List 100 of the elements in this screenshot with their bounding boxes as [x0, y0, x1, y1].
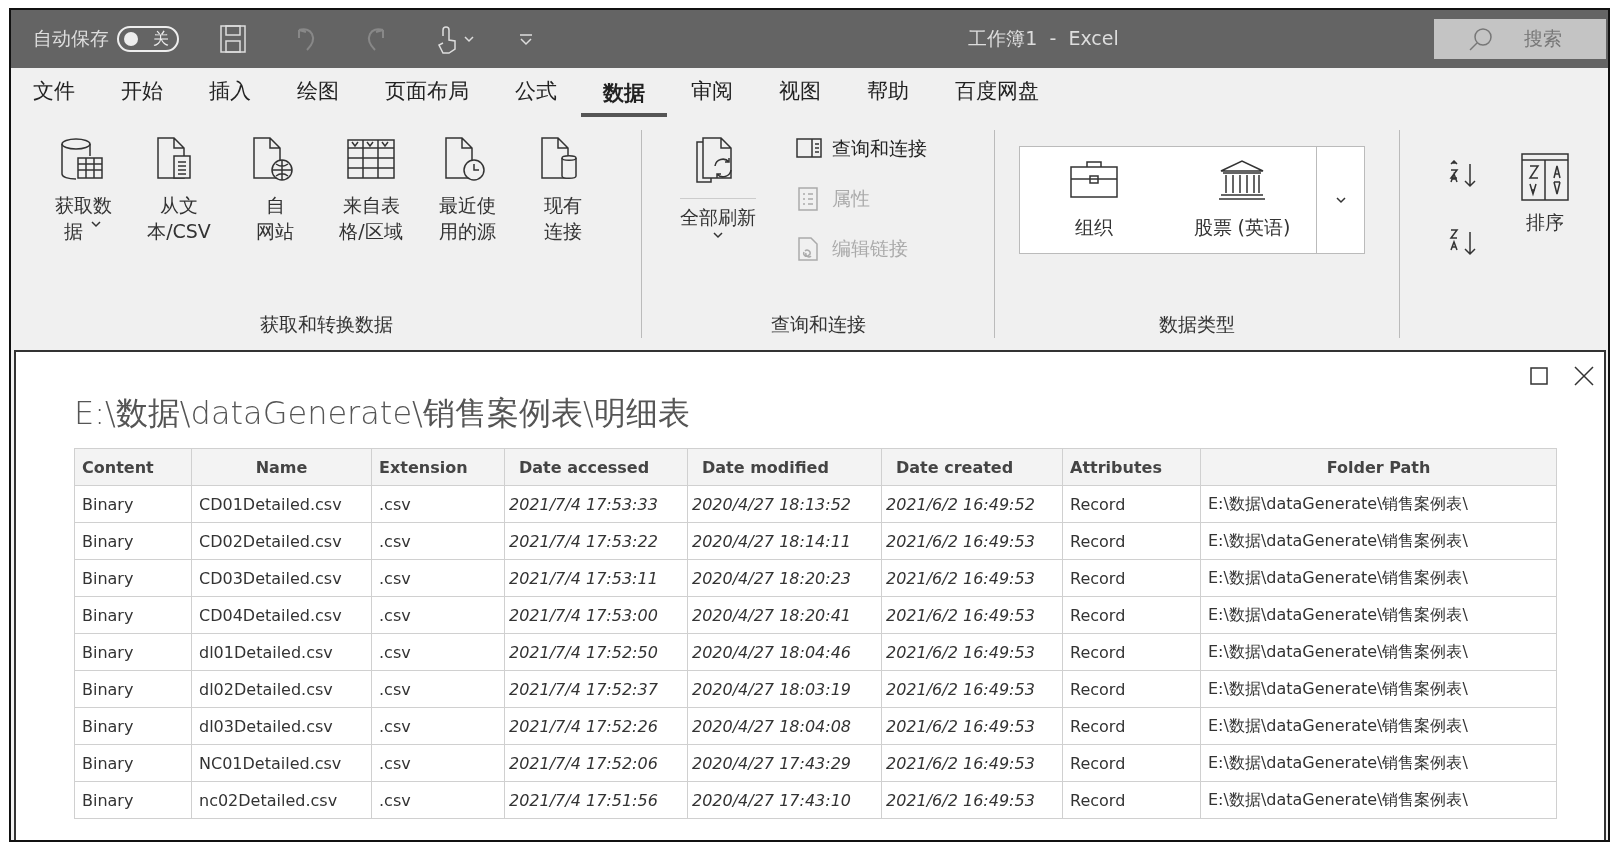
ribbon-tab[interactable]: 开始: [99, 69, 185, 119]
ribbon-button[interactable]: 最近使 用的源: [419, 130, 515, 312]
table-cell: 2021/6/2 16:49:52: [881, 485, 1063, 523]
table-cell: nc02Detailed.csv: [191, 781, 372, 819]
table-cell: Record: [1062, 522, 1201, 560]
group-label: 数据类型: [1158, 312, 1236, 337]
data-type-button[interactable]: 股票 (英语): [1168, 147, 1316, 253]
table-cell: E:\数据\dataGenerate\销售案例表\: [1200, 707, 1557, 745]
group-label: 获取和转换数据: [258, 312, 394, 337]
table-cell: Binary: [74, 522, 192, 560]
table-cell: Binary: [74, 633, 192, 671]
maximize-icon[interactable]: [1530, 367, 1548, 385]
ribbon-tab[interactable]: 插入: [187, 69, 273, 119]
table-cell: .csv: [371, 522, 505, 560]
column-header[interactable]: Name: [191, 448, 372, 486]
column-header[interactable]: Date accessed: [504, 448, 688, 486]
column-header[interactable]: Date modified: [687, 448, 882, 486]
search-icon: [1468, 26, 1494, 52]
table-cell: 2021/7/4 17:53:22: [504, 522, 688, 560]
ribbon-button[interactable]: 自 网站: [227, 130, 323, 312]
ribbon-tab[interactable]: 视图: [757, 69, 843, 119]
customize-toolbar-icon[interactable]: [519, 32, 533, 46]
sort-button[interactable]: 排序: [1520, 130, 1570, 338]
close-icon[interactable]: [1574, 366, 1594, 386]
table-cell: CD04Detailed.csv: [191, 596, 372, 634]
table-cell: dl02Detailed.csv: [191, 670, 372, 708]
table-cell: 2021/7/4 17:53:00: [504, 596, 688, 634]
table-cell: 2021/6/2 16:49:53: [881, 633, 1063, 671]
table-cell: 2020/4/27 17:43:10: [687, 781, 882, 819]
table-cell: Binary: [74, 670, 192, 708]
ribbon-tab[interactable]: 文件: [33, 69, 97, 119]
table-cell: Binary: [74, 707, 192, 745]
column-header[interactable]: Attributes: [1062, 448, 1201, 486]
refresh-all-button[interactable]: 全部刷新: [668, 130, 768, 312]
table-cell: Binary: [74, 781, 192, 819]
table-cell: 2021/7/4 17:52:50: [504, 633, 688, 671]
column-header[interactable]: Content: [74, 448, 192, 486]
bank-icon: [1217, 159, 1267, 201]
table-cell: 2020/4/27 18:20:23: [687, 559, 882, 597]
table-cell: E:\数据\dataGenerate\销售案例表\: [1200, 633, 1557, 671]
table-cell: .csv: [371, 596, 505, 634]
table-cell: 2021/7/4 17:52:37: [504, 670, 688, 708]
table-cell: 2020/4/27 18:14:11: [687, 522, 882, 560]
autosave-label: 自动保存: [33, 26, 109, 51]
save-icon[interactable]: [219, 24, 247, 54]
briefcase-icon: [1069, 159, 1119, 201]
table-cell: Binary: [74, 744, 192, 782]
ribbon-tab[interactable]: 公式: [493, 69, 579, 119]
table-cell: Binary: [74, 485, 192, 523]
table-cell: E:\数据\dataGenerate\销售案例表\: [1200, 781, 1557, 819]
table-cell: Record: [1062, 485, 1201, 523]
table-cell: Record: [1062, 781, 1201, 819]
data-type-button[interactable]: 组织: [1020, 147, 1168, 253]
table-cell: E:\数据\dataGenerate\销售案例表\: [1200, 670, 1557, 708]
caret-icon: [1334, 196, 1347, 204]
ribbon-tab[interactable]: 绘图: [275, 69, 361, 119]
ribbon-button[interactable]: 获取数 据: [35, 130, 131, 312]
ribbon-tab[interactable]: 百度网盘: [933, 69, 1061, 119]
table-cell: 2020/4/27 18:20:41: [687, 596, 882, 634]
table-cell: .csv: [371, 781, 505, 819]
table-cell: 2021/6/2 16:49:53: [881, 707, 1063, 745]
table-cell: 2021/7/4 17:52:06: [504, 744, 688, 782]
table-cell: Record: [1062, 707, 1201, 745]
touch-mode-icon[interactable]: [435, 24, 475, 54]
folder-path-title: E:\数据\dataGenerate\销售案例表\明细表: [74, 393, 691, 434]
ribbon-tab[interactable]: 审阅: [669, 69, 755, 119]
sort-dialog-icon: [1520, 152, 1570, 202]
ribbon-button[interactable]: 现有 连接: [515, 130, 611, 312]
table-cell: 2021/7/4 17:52:26: [504, 707, 688, 745]
table-cell: dl03Detailed.csv: [191, 707, 372, 745]
table-cell: .csv: [371, 633, 505, 671]
table-cell: CD01Detailed.csv: [191, 485, 372, 523]
ribbon-button[interactable]: 查询和连接: [796, 136, 927, 162]
column-header[interactable]: Date created: [881, 448, 1063, 486]
ribbon-button[interactable]: 从文 本/CSV: [131, 130, 227, 312]
table-cell: .csv: [371, 744, 505, 782]
table-cell: .csv: [371, 559, 505, 597]
table-cell: CD03Detailed.csv: [191, 559, 372, 597]
window-title: 工作簿1 - Excel: [967, 26, 1120, 51]
table-cell: 2020/4/27 18:13:52: [687, 485, 882, 523]
ribbon-tab[interactable]: 帮助: [845, 69, 931, 119]
table-cell: 2020/4/27 18:04:08: [687, 707, 882, 745]
table-cell: 2020/4/27 18:03:19: [687, 670, 882, 708]
table-cell: 2021/7/4 17:53:33: [504, 485, 688, 523]
table-cell: .csv: [371, 485, 505, 523]
table-cell: Binary: [74, 559, 192, 597]
ribbon-tab[interactable]: 数据: [581, 71, 667, 117]
table-cell: 2021/6/2 16:49:53: [881, 559, 1063, 597]
column-header[interactable]: Extension: [371, 448, 505, 486]
column-header[interactable]: Folder Path: [1200, 448, 1557, 486]
table-cell: Binary: [74, 596, 192, 634]
autosave-toggle[interactable]: 关: [117, 26, 179, 52]
ribbon-button[interactable]: 来自表 格/区域: [323, 130, 419, 312]
table-cell: 2021/6/2 16:49:53: [881, 522, 1063, 560]
table-cell: .csv: [371, 670, 505, 708]
ribbon-tab[interactable]: 页面布局: [363, 69, 491, 119]
table-cell: NC01Detailed.csv: [191, 744, 372, 782]
group-label: 查询和连接: [769, 312, 867, 337]
table-cell: 2021/6/2 16:49:53: [881, 670, 1063, 708]
table-cell: 2020/4/27 17:43:29: [687, 744, 882, 782]
